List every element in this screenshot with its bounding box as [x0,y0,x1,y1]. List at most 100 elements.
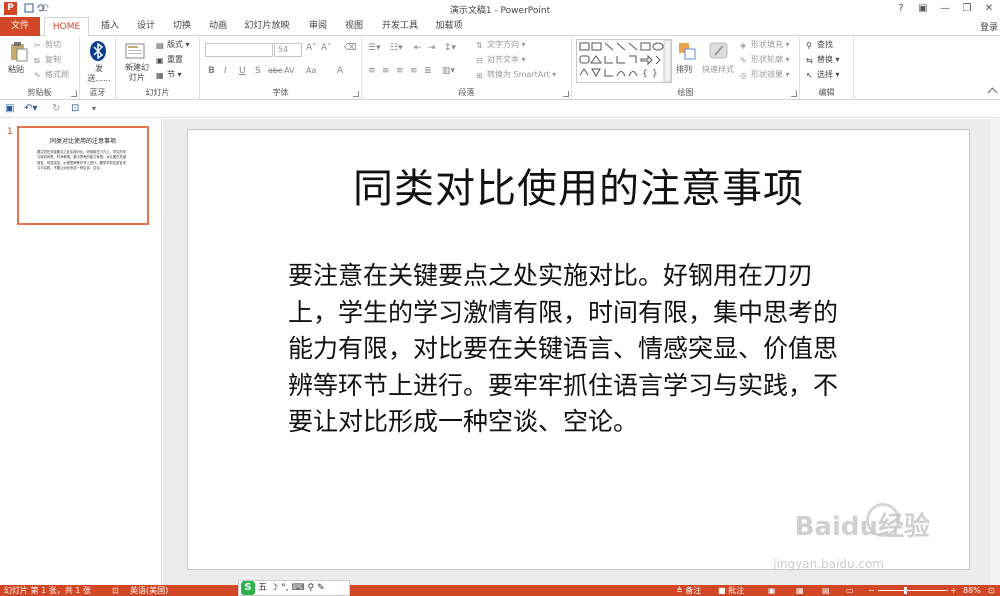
strikethrough-button[interactable]: abc [268,66,282,75]
tab-transitions[interactable]: 切换 [169,17,195,36]
drawing-launcher-icon[interactable] [791,91,797,97]
shape-outline-button[interactable]: ✎ 形状轮廓 ▾ [740,54,790,66]
tab-review[interactable]: 审阅 [305,17,331,36]
copy-button[interactable]: ⧉ 复制 [34,54,61,66]
indent-increase-icon[interactable]: ⇥ [428,43,436,53]
undo-icon[interactable]: ↶▾ [24,102,37,116]
sign-in-link[interactable]: 登录 [980,20,998,33]
shape-effects-button[interactable]: ◎ 形状效果 ▾ [740,69,790,81]
shrink-font-icon[interactable]: A˅ [321,43,332,53]
new-slide-button[interactable]: 新建幻灯片 [122,63,152,83]
keyboard-icon[interactable]: ⌨ [291,583,304,594]
close-button[interactable]: ✕ [978,0,1000,17]
replace-button[interactable]: ⇆ 替换 ▾ [806,54,840,66]
char-spacing-button[interactable]: AV [284,66,294,75]
reset-button[interactable]: ▣ 重置 [156,54,183,66]
layout-button[interactable]: ▤ 版式 ▾ [156,39,190,51]
fit-to-window-icon[interactable]: ⊡ [988,585,995,596]
slide-body-text[interactable]: 要注意在关键要点之处实施对比。好钢用在刀刃上，学生的学习激情有限，时间有限，集中… [288,258,848,441]
italic-button[interactable]: I [224,66,227,76]
customize-qat-icon[interactable]: ▾ [92,102,96,116]
tab-slideshow[interactable]: 幻灯片放映 [240,17,294,36]
slideshow-view-icon[interactable]: ▭ [846,585,854,596]
tab-animations[interactable]: 动画 [205,17,231,36]
tab-addins[interactable]: 加载项 [432,17,466,36]
text-direction-button[interactable]: ⇅ 文字方向 ▾ [476,39,526,51]
slide-title[interactable]: 同类对比使用的注意事项 [188,156,969,214]
select-button[interactable]: ↖ 选择 ▾ [806,69,840,81]
notes-button[interactable]: ≜ 备注 [676,585,701,596]
slide-thumbnail[interactable]: 同类对比使用的注意事项 要注意在关键要点之处实施对比。好钢用在刀刃上，学生的学习… [17,126,149,225]
cut-button[interactable]: ✂ 剪切 [34,39,61,51]
tab-developer[interactable]: 开发工具 [378,17,422,36]
bullets-icon[interactable]: ☰▾ [368,43,381,53]
paragraph-launcher-icon[interactable] [563,91,569,97]
zoom-out-icon[interactable]: − [868,585,875,596]
tab-design[interactable]: 设计 [133,17,159,36]
spellcheck-icon[interactable]: ⊡ [112,585,119,596]
line-spacing-icon[interactable]: ↕▾ [444,43,456,53]
redo-icon[interactable]: ↻ [52,102,60,116]
align-text-button[interactable]: ⊟ 对齐文本 ▾ [476,54,526,66]
save-icon[interactable]: ▣ [5,102,14,116]
sogou-s-icon[interactable]: S [241,581,255,595]
paste-button[interactable]: 粘贴 [8,64,24,76]
format-painter-button[interactable]: ✎ 格式刷 [34,69,69,81]
zoom-level[interactable]: 88% [963,585,981,596]
tab-file[interactable]: 文件 [0,17,40,36]
shape-fill-button[interactable]: ◈ 形状填充 ▾ [740,39,790,51]
underline-button[interactable]: U [239,66,246,76]
restore-button[interactable]: ❐ [956,0,978,17]
comments-button[interactable]: ■ 批注 [718,585,744,596]
clear-format-icon[interactable]: ⌫ [344,43,357,53]
tab-view[interactable]: 视图 [341,17,367,36]
find-button[interactable]: ⚲ 查找 [806,39,833,51]
font-launcher-icon[interactable] [353,91,359,97]
font-name-select[interactable] [205,43,273,57]
align-center-icon[interactable]: ≡ [382,66,390,76]
help-button[interactable]: ? [890,0,912,17]
numbering-icon[interactable]: ☷▾ [390,43,403,53]
zoom-slider[interactable] [878,590,948,591]
zoom-in-icon[interactable]: + [950,585,957,596]
zoom-slider-thumb[interactable] [904,587,907,594]
distribute-icon[interactable]: ≣ [424,66,432,76]
clipboard-launcher-icon[interactable] [71,91,77,97]
wubi-mode-icon[interactable]: 五 [258,583,267,594]
minimize-button[interactable]: — [934,0,956,17]
person-icon[interactable]: ⚲ [307,583,314,594]
font-size-select[interactable]: 54 [274,43,302,57]
tab-home[interactable]: HOME [44,17,89,37]
reading-view-icon[interactable]: ▤ [822,585,830,596]
bold-button[interactable]: B [208,66,215,76]
font-color-button[interactable]: A [337,66,343,76]
send-bluetooth-button[interactable]: 发送...... [86,64,112,84]
indent-decrease-icon[interactable]: ⇤ [414,43,422,53]
slide-canvas[interactable]: 同类对比使用的注意事项 要注意在关键要点之处实施对比。好钢用在刀刃上，学生的学习… [187,129,970,570]
ribbon-display-button[interactable]: ▣ [912,0,934,17]
grow-font-icon[interactable]: A˄ [306,43,317,53]
normal-view-icon[interactable]: ▣ [768,585,776,596]
font-label: 字体 [272,88,289,97]
arrange-button[interactable]: 排列 [676,64,692,76]
change-case-button[interactable]: Aa [306,66,316,75]
vertical-scrollbar[interactable] [991,119,1000,585]
shadow-button[interactable]: S [255,66,261,76]
language-indicator[interactable]: 英语(美国) [130,585,168,596]
columns-icon[interactable]: ▥▾ [442,66,455,76]
align-right-icon[interactable]: ≡ [396,66,404,76]
slide-sorter-icon[interactable]: ▦ [796,585,804,596]
quick-styles-button[interactable]: 快速样式 [702,64,734,76]
ime-toolbar[interactable]: S 五 ☽ °, ⌨ ⚲ ✎ [238,580,350,596]
collapse-ribbon-icon[interactable] [987,87,998,98]
moon-icon[interactable]: ☽ [270,583,278,594]
align-left-icon[interactable]: ≡ [368,66,376,76]
punctuation-icon[interactable]: °, [281,583,288,594]
wrench-icon[interactable]: ✎ [317,583,325,594]
shapes-gallery[interactable]: { } [576,39,672,83]
section-button[interactable]: ▦ 节 ▾ [156,69,182,81]
smartart-button[interactable]: ⊞ 转换为 SmartArt ▾ [476,69,556,81]
justify-icon[interactable]: ≡ [410,66,418,76]
slideshow-from-start-icon[interactable]: ⊡ [71,102,79,116]
tab-insert[interactable]: 插入 [97,17,123,36]
